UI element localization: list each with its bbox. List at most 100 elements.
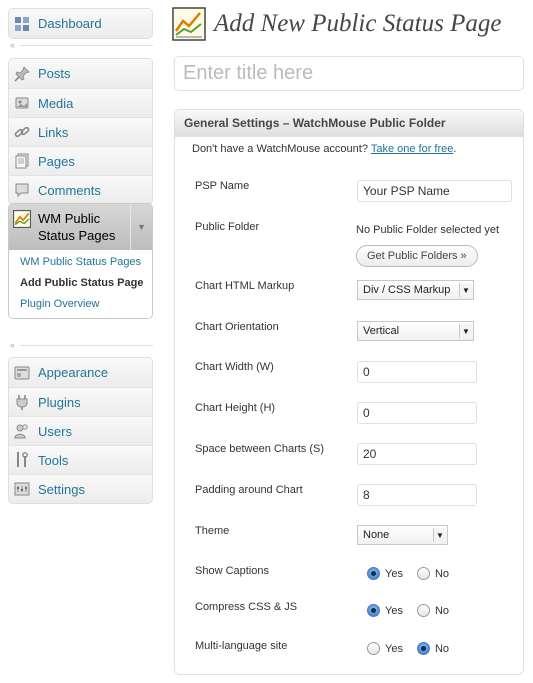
sidebar-item-comments[interactable]: Comments — [9, 175, 152, 204]
sidebar-item-wm-public-status-pages[interactable]: WM Public Status Pages ▼ — [9, 204, 152, 250]
sidebar-item-label: Dashboard — [38, 16, 102, 31]
sidebar-item-users[interactable]: Users — [9, 416, 152, 445]
sidebar-item-plugins[interactable]: Plugins — [9, 387, 152, 416]
account-note: Don't have a WatchMouse account? Take on… — [192, 143, 456, 155]
link-chain-icon — [13, 123, 31, 141]
sidebar-item-media[interactable]: Media — [9, 88, 152, 117]
multilang-no[interactable]: No — [416, 642, 450, 655]
chart-width-label: Chart Width (W) — [195, 361, 274, 373]
plugin-icon — [13, 393, 31, 411]
account-note-text: Don't have a WatchMouse account? — [192, 143, 368, 155]
chart-height-label: Chart Height (H) — [195, 402, 276, 414]
sidebar-item-tools[interactable]: Tools — [9, 445, 152, 474]
sidebar-item-label: Settings — [38, 481, 85, 497]
dashboard-icon — [13, 15, 31, 33]
space-between-label: Space between Charts (S) — [195, 443, 325, 455]
chart-markup-value: Div / CSS Markup — [363, 284, 451, 296]
menu-group-dashboard: Dashboard — [8, 8, 153, 39]
sidebar-item-label: Appearance — [38, 365, 109, 380]
compress-label: Compress CSS & JS — [195, 601, 298, 613]
radio-label: No — [434, 642, 450, 655]
sidebar-item-appearance[interactable]: Appearance — [9, 358, 152, 387]
show-captions-radio-group: Yes No — [367, 567, 463, 580]
chart-width-input[interactable] — [357, 361, 477, 383]
show-captions-label: Show Captions — [195, 565, 269, 577]
account-note-suffix: . — [453, 143, 457, 155]
sidebar-item-label: Posts — [38, 66, 71, 81]
chart-height-input[interactable] — [357, 402, 477, 424]
radio-unselected-icon[interactable] — [416, 604, 430, 617]
radio-selected-icon[interactable] — [367, 567, 380, 580]
menu-toggle-arrow-icon[interactable]: ▼ — [130, 204, 152, 250]
take-one-for-free-link[interactable]: Take one for free — [371, 143, 454, 155]
status-chart-icon — [172, 7, 206, 41]
title-input[interactable] — [174, 56, 524, 91]
get-public-folders-button[interactable]: Get Public Folders » — [356, 245, 478, 267]
sidebar-item-posts[interactable]: Posts — [9, 59, 152, 88]
radio-label: Yes — [385, 642, 403, 655]
psp-name-input[interactable] — [357, 180, 512, 202]
comment-bubble-icon — [13, 181, 31, 199]
public-folder-label: Public Folder — [195, 221, 260, 233]
radio-unselected-icon[interactable] — [416, 567, 430, 580]
media-icon — [13, 94, 31, 112]
menu-group-admin: Appearance Plugins Users Tools Settings — [8, 357, 153, 504]
sidebar-item-label: Pages — [38, 153, 75, 169]
sidebar-item-label: Users — [38, 423, 72, 439]
compress-no[interactable]: No — [416, 604, 450, 617]
padding-input[interactable] — [357, 484, 477, 506]
wm-public-status-menu: WM Public Status Pages ▼ WM Public Statu… — [8, 203, 153, 319]
public-folder-status: No Public Folder selected yet — [356, 224, 500, 236]
radio-label: No — [434, 604, 450, 617]
sidebar-item-pages[interactable]: Pages — [9, 146, 152, 175]
multilang-radio-group: Yes No — [367, 642, 463, 655]
status-chart-icon — [13, 210, 31, 228]
sidebar-item-settings[interactable]: Settings — [9, 474, 152, 503]
general-settings-box: General Settings – WatchMouse Public Fol… — [174, 109, 524, 675]
chart-markup-select[interactable]: Div / CSS Markup ▼ — [357, 280, 474, 300]
chart-orientation-label: Chart Orientation — [195, 321, 279, 333]
radio-unselected-icon[interactable] — [367, 642, 380, 655]
compress-radio-group: Yes No — [367, 604, 463, 617]
sidebar-item-dashboard[interactable]: Dashboard — [9, 9, 152, 38]
theme-select[interactable]: None ▼ — [357, 525, 448, 545]
tools-icon — [13, 451, 31, 469]
users-icon — [13, 422, 31, 440]
menu-group-content: Posts Media Links Pages Comments — [8, 58, 153, 205]
appearance-icon — [13, 364, 31, 382]
multilang-label: Multi-language site — [195, 640, 288, 652]
show-captions-yes[interactable]: Yes — [367, 567, 403, 580]
padding-label: Padding around Chart — [195, 484, 303, 496]
chevron-down-icon: ▼ — [459, 324, 472, 338]
chart-markup-label: Chart HTML Markup — [195, 280, 295, 292]
psp-name-label: PSP Name — [195, 180, 250, 192]
theme-label: Theme — [195, 525, 230, 537]
page-title: Add New Public Status Page — [214, 10, 502, 37]
sidebar-item-label: WM Public Status Pages — [38, 211, 116, 243]
multilang-yes[interactable]: Yes — [367, 642, 403, 655]
sidebar-item-links[interactable]: Links — [9, 117, 152, 146]
compress-yes[interactable]: Yes — [367, 604, 403, 617]
sidebar-item-label: Links — [38, 124, 69, 140]
theme-value: None — [363, 529, 390, 541]
wm-submenu: WM Public Status Pages Add Public Status… — [9, 250, 152, 318]
chevron-down-icon: ▼ — [459, 283, 472, 297]
radio-selected-icon[interactable] — [416, 642, 430, 655]
pushpin-icon — [13, 65, 31, 83]
chart-orientation-select[interactable]: Vertical ▼ — [357, 321, 474, 341]
space-between-input[interactable] — [357, 443, 477, 465]
submenu-item-add-public-status-page[interactable]: Add Public Status Page — [9, 273, 152, 294]
radio-label: Yes — [385, 604, 403, 617]
general-settings-heading[interactable]: General Settings – WatchMouse Public Fol… — [175, 110, 523, 137]
menu-separator[interactable]: « — [8, 41, 153, 50]
submenu-item-plugin-overview[interactable]: Plugin Overview — [9, 294, 152, 315]
radio-label: Yes — [385, 567, 403, 580]
radio-selected-icon[interactable] — [367, 604, 380, 617]
show-captions-no[interactable]: No — [416, 567, 449, 580]
sidebar-item-label: Comments — [38, 182, 101, 198]
submenu-item-wm-public-status-pages[interactable]: WM Public Status Pages — [9, 252, 152, 273]
menu-separator[interactable]: « — [8, 341, 153, 350]
sidebar-item-label: Tools — [38, 452, 69, 468]
settings-icon — [13, 480, 31, 498]
sidebar-item-label: Media — [38, 95, 74, 111]
